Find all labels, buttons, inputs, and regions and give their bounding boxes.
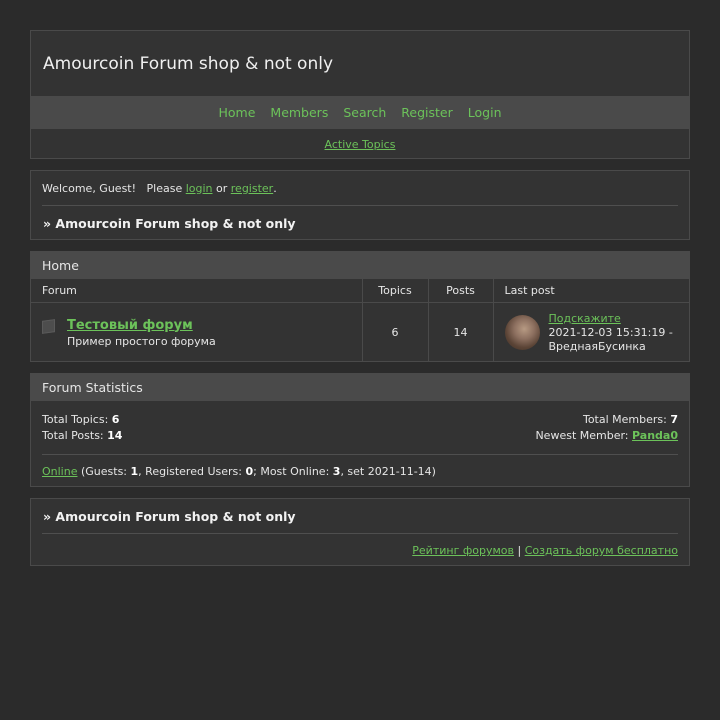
footer-separator: |	[513, 544, 525, 557]
guests-label: (Guests:	[77, 464, 131, 478]
nav-search[interactable]: Search	[343, 105, 386, 120]
last-post-author: ВреднаяБусинка	[548, 339, 646, 353]
nav-home[interactable]: Home	[218, 105, 255, 120]
col-posts: Posts	[427, 279, 493, 303]
welcome-line: Welcome, Guest! Please login or register…	[42, 171, 678, 206]
most-online-value: 3	[332, 464, 341, 478]
col-last-post: Last post	[492, 279, 689, 303]
avatar[interactable]	[504, 315, 540, 350]
forum-name-link[interactable]: Тестовый форум	[67, 318, 216, 333]
forum-header: Amourcoin Forum shop & not only Home Mem…	[30, 30, 690, 159]
forum-table: Forum Topics Posts Last post Тестовый фо…	[31, 279, 689, 362]
footer-breadcrumb: » Amourcoin Forum shop & not only	[42, 499, 678, 534]
topics-count: 6	[361, 302, 428, 362]
nav-members[interactable]: Members	[270, 105, 328, 120]
footer-links: Рейтинг форумов | Создать форум бесплатн…	[42, 534, 678, 567]
online-link[interactable]: Online	[42, 465, 77, 478]
total-members-value: 7	[670, 412, 678, 426]
registered-label: , Registered Users:	[138, 464, 246, 478]
most-online-label: ; Most Online:	[253, 464, 333, 478]
statistics-title: Forum Statistics	[31, 374, 689, 401]
forum-category: Home Forum Topics Posts Last post Тестов…	[30, 251, 690, 362]
last-post-cell: Подскажите 2021-12-03 15:31:19 - Вредная…	[492, 302, 689, 362]
breadcrumb: » Amourcoin Forum shop & not only	[43, 215, 296, 231]
forum-description: Пример простого форума	[67, 334, 216, 348]
last-post-time: 2021-12-03 15:31:19 -	[548, 325, 673, 339]
last-post-link[interactable]: Подскажите	[549, 312, 621, 325]
category-title: Home	[31, 252, 689, 279]
total-posts-value: 14	[107, 428, 123, 442]
forum-cell: Тестовый форум Пример простого форума	[31, 303, 362, 363]
active-topics-link[interactable]: Active Topics	[325, 138, 396, 151]
nav-register[interactable]: Register	[401, 105, 452, 120]
total-topics-value: 6	[111, 412, 120, 426]
welcome-text: Welcome, Guest! Please	[42, 181, 186, 195]
total-topics-label: Total Topics:	[42, 412, 112, 426]
table-header-row: Forum Topics Posts Last post	[31, 279, 689, 303]
stats-right: Total Members: 7 Newest Member: Panda0	[535, 412, 678, 444]
or-text: or	[212, 181, 231, 195]
col-topics: Topics	[361, 279, 428, 303]
posts-count: 14	[427, 302, 493, 362]
nav-login[interactable]: Login	[468, 105, 502, 120]
table-row: Тестовый форум Пример простого форума 6 …	[31, 302, 689, 363]
sub-nav: Active Topics	[31, 129, 689, 159]
forum-statistics: Forum Statistics Total Topics: 6 Total P…	[30, 373, 690, 487]
forum-footer: » Amourcoin Forum shop & not only Рейтин…	[30, 498, 690, 566]
welcome-box: Welcome, Guest! Please login or register…	[30, 170, 690, 240]
stats-left: Total Topics: 6 Total Posts: 14	[42, 412, 122, 444]
total-members-label: Total Members:	[582, 412, 671, 426]
col-forum: Forum	[31, 279, 362, 303]
total-posts-label: Total Posts:	[42, 428, 108, 442]
forum-title: Amourcoin Forum shop & not only	[43, 53, 334, 74]
create-forum-link[interactable]: Создать форум бесплатно	[525, 544, 678, 557]
registered-value: 0	[245, 464, 254, 478]
most-online-date: , set 2021-11-14)	[340, 464, 436, 478]
forum-status-icon	[42, 318, 55, 334]
period-text: .	[273, 181, 277, 195]
register-link[interactable]: register	[231, 182, 273, 195]
newest-member-label: Newest Member:	[535, 428, 633, 442]
guests-value: 1	[130, 464, 139, 478]
forum-rating-link[interactable]: Рейтинг форумов	[412, 544, 514, 557]
main-nav: Home Members Search Register Login	[31, 96, 689, 129]
online-line: Online (Guests: 1 , Registered Users: 0 …	[42, 455, 678, 487]
newest-member-link[interactable]: Panda0	[632, 429, 678, 442]
login-link[interactable]: login	[186, 182, 213, 195]
